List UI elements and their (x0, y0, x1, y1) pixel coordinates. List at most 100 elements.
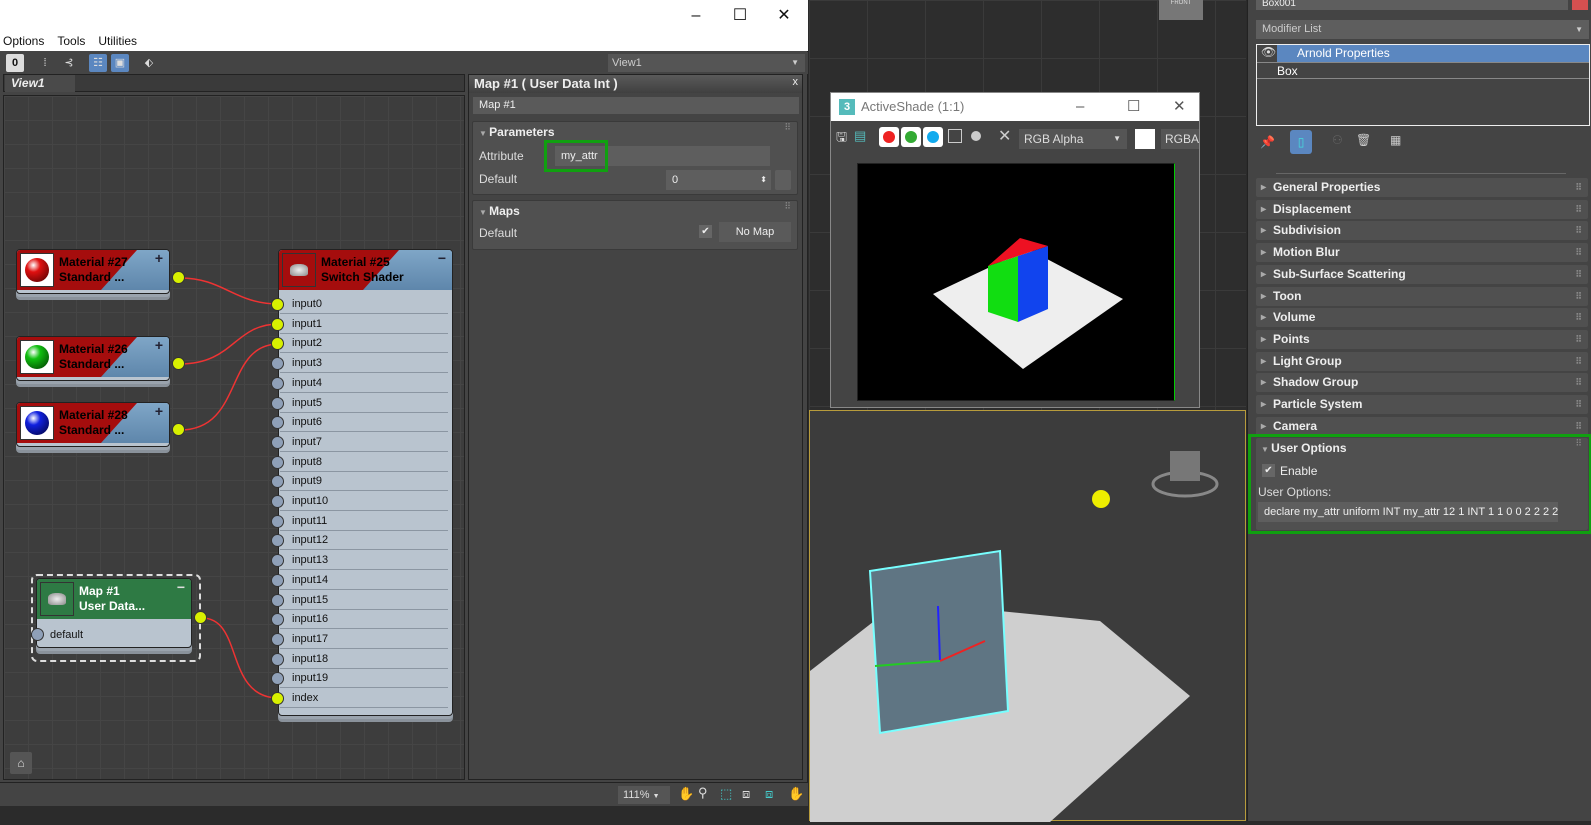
configure-modifier-sets-icon[interactable]: ▦ (1390, 133, 1401, 147)
expand-icon[interactable]: + (155, 403, 163, 419)
rollout-displacement[interactable]: Displacement ⠿ (1256, 199, 1588, 219)
no-map-button[interactable]: No Map (719, 222, 791, 242)
rollout-motion-blur[interactable]: Motion Blur ⠿ (1256, 243, 1588, 263)
user-options-input[interactable]: declare my_attr uniform INT my_attr 12 1… (1258, 502, 1558, 522)
object-color-swatch[interactable] (1572, 0, 1588, 10)
layout-all-icon[interactable]: ☷ (89, 54, 107, 72)
map-name-field[interactable]: Map #1 (473, 97, 799, 114)
close-button[interactable]: ✕ (764, 4, 804, 28)
remove-modifier-icon[interactable]: 🗑 (1356, 133, 1371, 147)
input-socket[interactable] (271, 554, 284, 568)
eye-icon[interactable]: 👁 (1261, 45, 1276, 59)
render-view[interactable] (857, 163, 1175, 401)
drag-handle-icon[interactable]: ⠿ (1575, 438, 1582, 449)
drag-handle-icon[interactable]: ⠿ (1575, 373, 1582, 392)
maximize-button[interactable]: ☐ (720, 4, 760, 28)
input-socket[interactable] (271, 376, 284, 390)
background-swatch[interactable] (1135, 129, 1155, 149)
input-socket[interactable] (271, 632, 284, 646)
drag-handle-icon[interactable]: ⠿ (1575, 243, 1582, 262)
minimize-button[interactable]: – (1076, 93, 1084, 121)
zoom-region-icon[interactable]: ⬚ (720, 786, 732, 802)
drag-handle-icon[interactable]: ⠿ (1575, 417, 1582, 436)
save-icon[interactable]: 🖫 (836, 128, 847, 150)
map-enabled-checkbox[interactable]: ✔ (699, 225, 712, 238)
blue-channel-button[interactable] (923, 127, 943, 147)
pan-hand-icon[interactable]: ✋ (678, 786, 694, 802)
rollout-light-group[interactable]: Light Group ⠿ (1256, 351, 1588, 371)
channel-dropdown[interactable]: RGB Alpha ▼ (1019, 129, 1127, 149)
output-socket[interactable] (172, 423, 185, 436)
object-name-field[interactable]: Box001 (1256, 0, 1568, 10)
clear-icon[interactable]: ✕ (998, 126, 1011, 146)
stack-item-box[interactable]: Box (1257, 62, 1589, 79)
rollout-parameters-header[interactable]: ▼ Parameters (479, 125, 555, 139)
rollout-volume[interactable]: Volume ⠿ (1256, 308, 1588, 328)
pan-to-selected-icon[interactable]: ✋ (788, 786, 804, 802)
rollout-particle-system[interactable]: Particle System ⠿ (1256, 395, 1588, 414)
node-map-1[interactable]: Map #1 User Data... − default (36, 578, 192, 648)
input-socket[interactable] (271, 593, 284, 607)
drag-handle-icon[interactable]: ⠿ (1575, 178, 1582, 197)
make-unique-icon[interactable]: ⚇ (1332, 133, 1343, 147)
red-channel-button[interactable] (879, 127, 899, 147)
zoom-dropdown[interactable]: 111% ▼ (618, 786, 670, 804)
node-material-28[interactable]: Material #28 Standard ... + (16, 402, 170, 447)
expand-icon[interactable]: + (155, 250, 163, 266)
viewcube-front[interactable]: FRONT (1159, 0, 1203, 20)
input-socket[interactable] (271, 317, 284, 331)
collapse-icon[interactable]: − (177, 579, 185, 595)
view-dropdown[interactable]: View1 ▼ (608, 54, 805, 72)
modifier-list-dropdown[interactable]: Modifier List ▼ (1256, 20, 1589, 39)
close-button[interactable]: ✕ (1173, 93, 1186, 121)
default-spinner[interactable]: 0 ⬍ (666, 170, 771, 190)
drag-handle-icon[interactable]: ⠿ (784, 122, 791, 133)
maximize-button[interactable]: ☐ (1127, 93, 1140, 121)
drag-handle-icon[interactable]: ⠿ (1575, 352, 1582, 371)
viewport-perspective[interactable] (809, 410, 1246, 822)
rollout-user-options-header[interactable]: ▼ User Options (1261, 441, 1347, 455)
input-socket[interactable] (271, 298, 284, 311)
menu-options[interactable]: Options (3, 32, 44, 51)
enable-checkbox[interactable]: ✔ (1262, 464, 1275, 477)
rollout-subdivision[interactable]: Subdivision ⠿ (1256, 221, 1588, 241)
close-icon[interactable]: x (793, 76, 799, 88)
output-socket[interactable] (172, 357, 185, 370)
node-material-27[interactable]: Material #27 Standard ... + (16, 249, 170, 294)
show-map-icon[interactable]: ▣ (111, 54, 129, 72)
input-socket[interactable] (271, 435, 284, 449)
input-socket[interactable] (271, 573, 284, 587)
rollout-points[interactable]: Points ⠿ (1256, 329, 1588, 349)
drag-handle-icon[interactable]: ⠿ (784, 201, 791, 212)
pick-material-icon[interactable]: ⬖ (140, 54, 158, 72)
output-socket[interactable] (172, 271, 185, 284)
move-children-icon[interactable]: ⁞ (36, 54, 54, 72)
menu-utilities[interactable]: Utilities (98, 32, 137, 51)
input-socket[interactable] (271, 396, 284, 410)
show-end-result-icon[interactable]: ▯ (1290, 130, 1312, 154)
expand-icon[interactable]: + (155, 337, 163, 353)
input-socket-default[interactable] (31, 628, 44, 641)
alpha-button[interactable] (948, 129, 962, 143)
clone-icon[interactable]: ▤ (854, 128, 866, 144)
drag-handle-icon[interactable]: ⠿ (1575, 265, 1582, 284)
navigator-icon[interactable]: ⌂ (10, 752, 32, 774)
rgba-display[interactable]: RGBA (1161, 129, 1199, 149)
tab-view1[interactable]: View1 (5, 75, 75, 92)
input-socket[interactable] (271, 357, 284, 371)
rollout-general-properties[interactable]: General Properties ⠿ (1256, 178, 1588, 197)
rollout-sub-surface-scattering[interactable]: Sub-Surface Scattering ⠿ (1256, 264, 1588, 284)
pin-stack-icon[interactable]: 📌 (1260, 135, 1275, 149)
input-socket[interactable] (271, 495, 284, 508)
input-socket[interactable] (271, 514, 284, 528)
collapse-icon[interactable]: − (438, 250, 446, 266)
zoom-extents-selected-icon[interactable]: ⧈ (765, 786, 773, 802)
output-socket[interactable] (194, 611, 207, 624)
map-slot-button[interactable] (775, 170, 791, 190)
zoom-extents-icon[interactable]: ⧈ (742, 786, 750, 802)
input-socket[interactable] (271, 692, 284, 705)
select-tool-icon[interactable]: 0 (6, 54, 24, 72)
zoom-icon[interactable]: ⚲ (698, 785, 708, 801)
minimize-button[interactable]: – (676, 4, 716, 28)
drag-handle-icon[interactable]: ⠿ (1575, 308, 1582, 327)
